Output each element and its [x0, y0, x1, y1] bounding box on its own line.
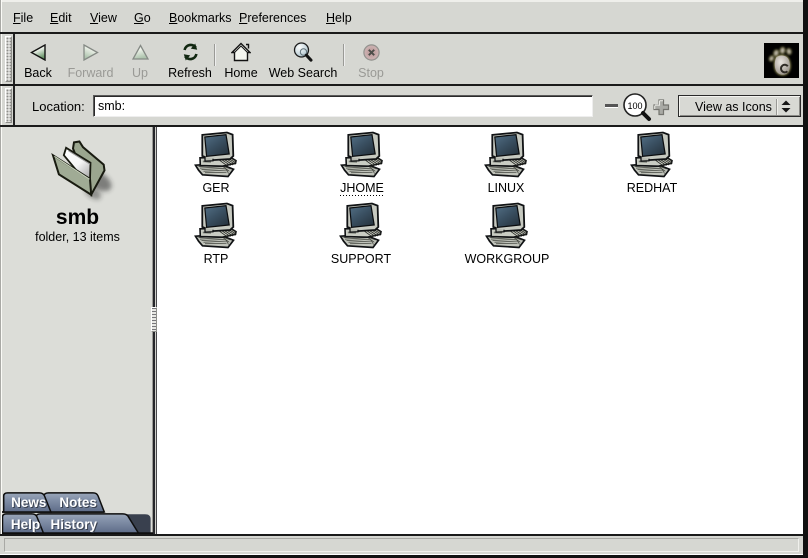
svg-text:History: History — [51, 517, 98, 532]
svg-text:Notes: Notes — [59, 495, 97, 510]
svg-text:Help: Help — [11, 517, 40, 532]
svg-text:News: News — [11, 495, 46, 510]
svg-text:100: 100 — [627, 101, 642, 111]
